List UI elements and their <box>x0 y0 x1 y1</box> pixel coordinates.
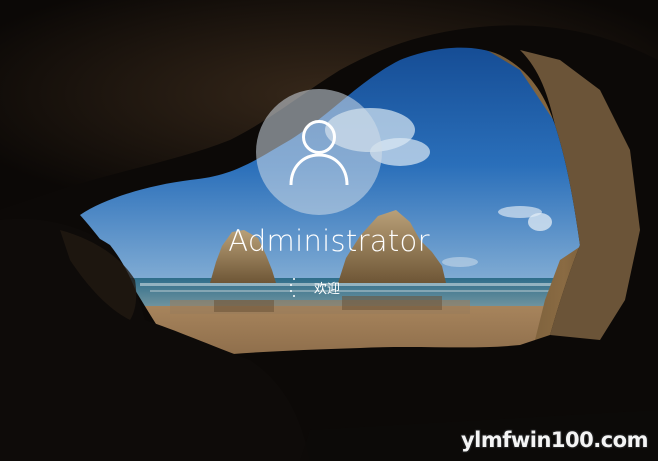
welcome-status-text: 欢迎 <box>314 281 341 297</box>
site-watermark: ylmfwin100.com <box>460 428 649 452</box>
lock-screen: Administrator 欢迎 ylmfwin100.com <box>0 0 658 461</box>
username-label: Administrator <box>228 224 430 258</box>
user-avatar[interactable] <box>256 89 382 215</box>
user-silhouette-icon <box>289 120 349 186</box>
sign-in-status: 欢迎 <box>280 276 340 298</box>
loading-spinner-icon <box>280 276 302 298</box>
